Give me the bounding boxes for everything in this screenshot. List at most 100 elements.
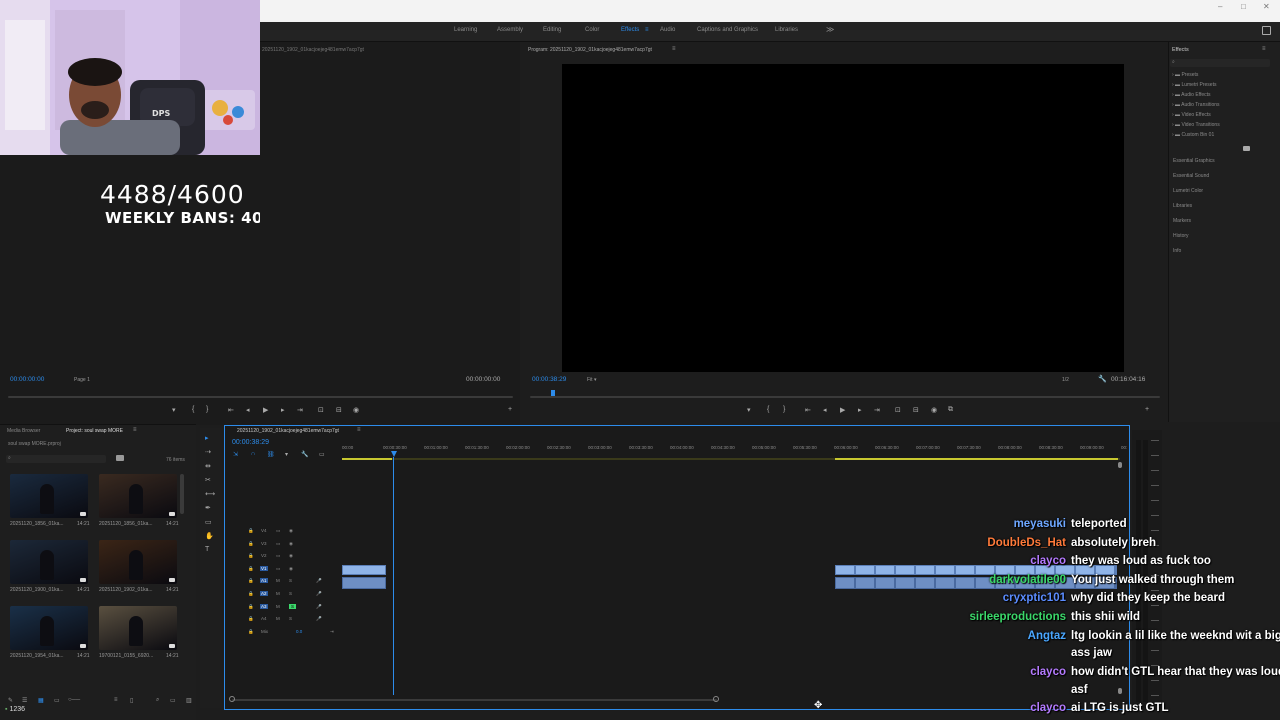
microphone-icon[interactable]: 🎤 bbox=[316, 578, 322, 584]
project-menu-icon[interactable]: ≡ bbox=[133, 427, 137, 433]
chat-username[interactable]: meyasuki bbox=[1014, 518, 1066, 530]
program-step-forward-icon[interactable]: ▸ bbox=[858, 406, 862, 414]
mix-value[interactable]: 0.0 bbox=[296, 629, 302, 634]
chat-username[interactable]: clayco bbox=[1030, 666, 1066, 678]
tab-effects[interactable]: Effects bbox=[621, 27, 639, 33]
go-to-out-icon[interactable]: ⇥ bbox=[297, 406, 303, 414]
hamburger-menu-icon[interactable]: ≡ bbox=[645, 27, 649, 33]
timeline-hscroll[interactable] bbox=[232, 699, 717, 701]
microphone-icon[interactable]: 🎤 bbox=[316, 591, 322, 597]
hand-tool-icon[interactable]: ✋ bbox=[205, 532, 214, 540]
chat-username[interactable]: cryxptic101 bbox=[1003, 592, 1066, 604]
hscroll-right-handle[interactable] bbox=[713, 696, 719, 702]
source-scrubber[interactable] bbox=[8, 396, 513, 398]
sync-lock-icon[interactable]: ▭ bbox=[276, 566, 280, 572]
track-header[interactable]: 🔒 V4 ▭ ◉ bbox=[228, 528, 338, 538]
hscroll-left-handle[interactable] bbox=[229, 696, 235, 702]
track-lock-icon[interactable]: 🔒 bbox=[248, 578, 254, 584]
go-to-in-icon[interactable]: ⇤ bbox=[228, 406, 234, 414]
program-step-back-icon[interactable]: ◂ bbox=[823, 406, 827, 414]
step-back-icon[interactable]: ◂ bbox=[246, 406, 250, 414]
ripple-edit-icon[interactable]: ⇹ bbox=[205, 462, 211, 470]
track-label[interactable]: A2 bbox=[260, 591, 268, 596]
tab-captions[interactable]: Captions and Graphics bbox=[697, 27, 758, 33]
eye-icon[interactable]: ◉ bbox=[289, 528, 293, 534]
sync-lock-icon[interactable]: ▭ bbox=[276, 541, 280, 547]
chat-username[interactable]: sirleeproductions bbox=[970, 611, 1067, 623]
automate-icon[interactable]: ▯ bbox=[130, 697, 133, 704]
program-menu-icon[interactable]: ≡ bbox=[672, 46, 676, 52]
add-marker-icon[interactable]: ▾ bbox=[285, 451, 288, 458]
captions-icon[interactable]: ▭ bbox=[319, 451, 325, 458]
program-go-to-in-icon[interactable]: ⇤ bbox=[805, 406, 811, 414]
project-clip[interactable]: 19700121_0155_6920... 14:21 bbox=[99, 606, 179, 659]
chat-username[interactable]: clayco bbox=[1030, 702, 1066, 714]
track-label[interactable]: A3 bbox=[260, 603, 268, 609]
icon-view-icon[interactable]: ▦ bbox=[38, 697, 44, 704]
track-select-icon[interactable]: ⇢ bbox=[205, 448, 211, 456]
tab-audio[interactable]: Audio bbox=[660, 27, 675, 33]
program-go-to-out-icon[interactable]: ⇥ bbox=[874, 406, 880, 414]
selection-tool-icon[interactable]: ▸ bbox=[205, 434, 209, 442]
eye-icon[interactable]: ◉ bbox=[289, 566, 293, 572]
video-clip[interactable] bbox=[342, 565, 386, 575]
tab-project[interactable]: Project: soul swap MORE bbox=[66, 428, 123, 434]
play-icon[interactable]: ▶ bbox=[263, 406, 268, 414]
track-lock-icon[interactable]: 🔒 bbox=[248, 629, 254, 635]
overwrite-icon[interactable]: ⊟ bbox=[336, 406, 342, 414]
list-view-icon[interactable]: ☰ bbox=[22, 697, 27, 704]
solo-button[interactable]: S bbox=[289, 578, 292, 583]
track-lock-icon[interactable]: 🔒 bbox=[248, 566, 254, 572]
tab-media-browser[interactable]: Media Browser bbox=[7, 428, 40, 434]
mix-go-to-end-icon[interactable]: ⇥ bbox=[330, 629, 334, 635]
pen-tool-icon[interactable]: ✒ bbox=[205, 504, 211, 512]
tab-assembly[interactable]: Assembly bbox=[497, 27, 523, 33]
track-header[interactable]: 🔒 V2 ▭ ◉ bbox=[228, 553, 338, 563]
timeline-settings-icon[interactable]: 🔧 bbox=[301, 451, 308, 458]
project-search-input[interactable]: ⌕ bbox=[6, 455, 106, 463]
track-lock-icon[interactable]: 🔒 bbox=[248, 553, 254, 559]
project-clip[interactable]: 20251120_1856_01ka... 14:21 bbox=[10, 474, 90, 527]
nest-icon[interactable]: ⇲ bbox=[233, 451, 238, 458]
step-forward-icon[interactable]: ▸ bbox=[281, 406, 285, 414]
razor-tool-icon[interactable]: ✂ bbox=[205, 476, 211, 484]
track-label[interactable]: V3 bbox=[260, 541, 268, 546]
sort-icon[interactable]: ≡ bbox=[114, 697, 118, 703]
chat-username[interactable]: darkvolatile00 bbox=[989, 574, 1066, 586]
track-lock-icon[interactable]: 🔒 bbox=[248, 528, 254, 534]
mute-button[interactable]: M bbox=[276, 591, 280, 596]
program-play-icon[interactable]: ▶ bbox=[840, 406, 845, 414]
snap-icon[interactable]: ∩ bbox=[251, 451, 255, 457]
audio-clip[interactable] bbox=[342, 577, 386, 589]
type-tool-icon[interactable]: T bbox=[205, 546, 209, 553]
project-clip[interactable]: 20251120_1954_01ka... 14:21 bbox=[10, 606, 90, 659]
project-clip[interactable]: 20251120_1900_01ka... 14:21 bbox=[10, 540, 90, 593]
track-header[interactable]: 🔒 A2 M S 🎤 bbox=[228, 591, 338, 601]
chat-username[interactable]: Angtaz bbox=[1028, 630, 1066, 642]
microphone-icon[interactable]: 🎤 bbox=[316, 616, 322, 622]
track-header[interactable]: 🔒 V3 ▭ ◉ bbox=[228, 541, 338, 551]
track-lock-icon[interactable]: 🔒 bbox=[248, 591, 254, 597]
chat-username[interactable]: DoubleDs_Hat bbox=[987, 537, 1066, 549]
rectangle-tool-icon[interactable]: ▭ bbox=[205, 518, 212, 526]
track-label[interactable]: V4 bbox=[260, 528, 268, 533]
microphone-icon[interactable]: 🎤 bbox=[316, 604, 322, 610]
mark-in-icon[interactable]: { bbox=[192, 406, 194, 413]
eye-icon[interactable]: ◉ bbox=[289, 541, 293, 547]
folder-icon[interactable] bbox=[116, 455, 124, 461]
fit-select[interactable]: Fit ▾ bbox=[587, 377, 596, 383]
track-label[interactable]: V1 bbox=[260, 565, 268, 571]
sequence-tab[interactable]: 20251120_1902_01kacjoejeg481emw7acp7gt bbox=[237, 428, 339, 434]
track-lock-icon[interactable]: 🔒 bbox=[248, 616, 254, 622]
program-playhead[interactable] bbox=[551, 390, 555, 396]
timeline-timecode[interactable]: 00:00:38:29 bbox=[232, 439, 269, 446]
track-lock-icon[interactable]: 🔒 bbox=[248, 541, 254, 547]
mute-button[interactable]: M bbox=[276, 616, 280, 621]
program-mark-out-icon[interactable]: } bbox=[783, 406, 785, 413]
chat-username[interactable]: clayco bbox=[1030, 555, 1066, 567]
delete-icon[interactable]: ▥ bbox=[186, 697, 192, 704]
track-header[interactable]: 🔒 Mix 0.0 ⇥ bbox=[228, 629, 338, 639]
tab-color[interactable]: Color bbox=[585, 27, 599, 33]
more-workspaces-icon[interactable]: ≫ bbox=[826, 25, 834, 34]
sync-lock-icon[interactable]: ▭ bbox=[276, 553, 280, 559]
